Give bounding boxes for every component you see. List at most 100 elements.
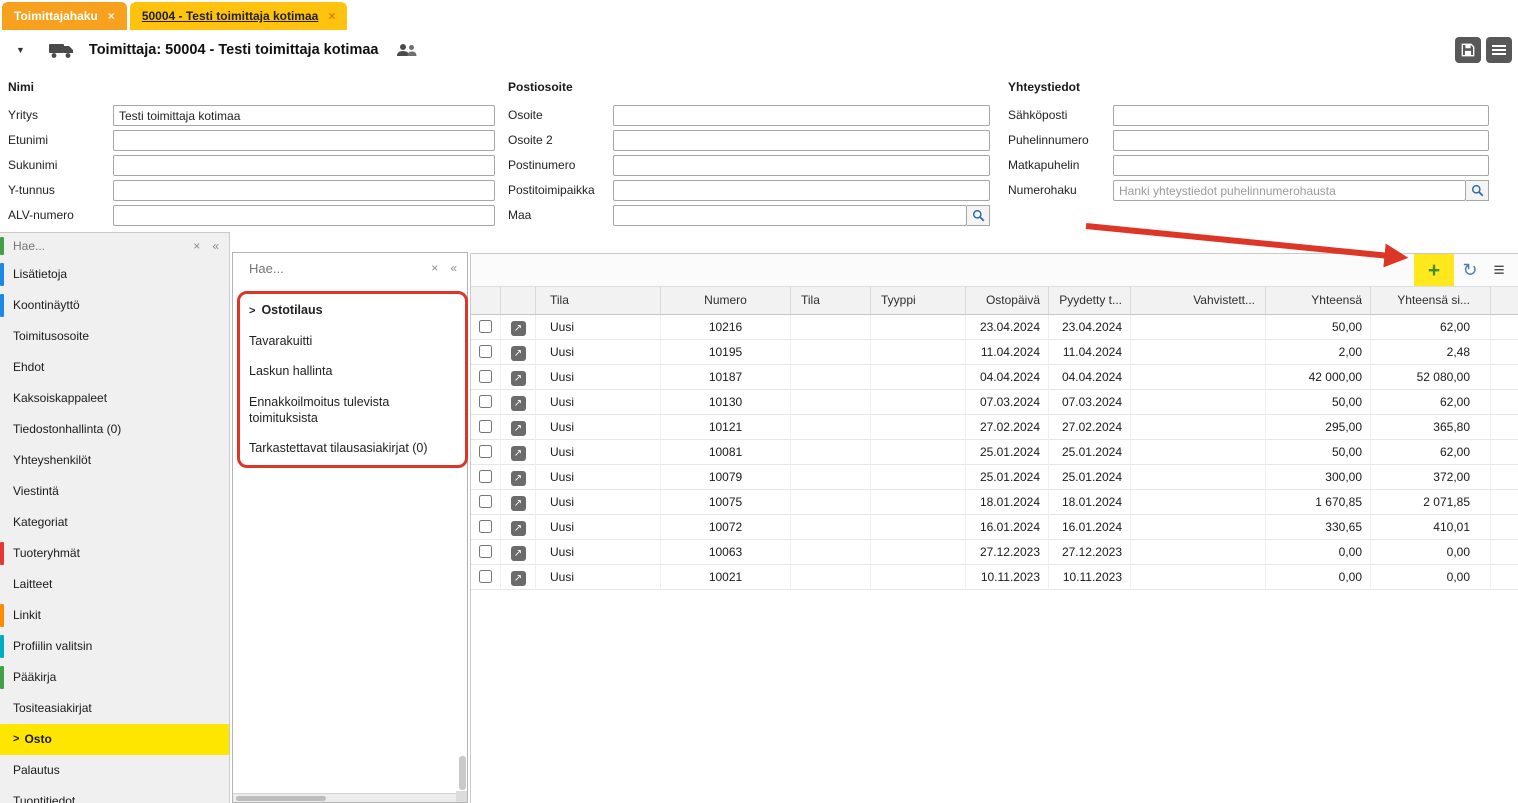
sidebar-item-yhteyshenkilot[interactable]: Yhteyshenkilöt bbox=[0, 445, 229, 476]
open-row-icon[interactable]: ↗ bbox=[510, 321, 526, 336]
submenu-item-tavarakuitti[interactable]: Tavarakuitti bbox=[233, 326, 467, 357]
sidebar-item-ehdot[interactable]: Ehdot bbox=[0, 352, 229, 383]
column-header-vahvistettu[interactable]: Vahvistett... bbox=[1131, 287, 1266, 314]
close-icon[interactable]: × bbox=[328, 9, 335, 23]
sahkoposti-input[interactable] bbox=[1113, 105, 1489, 126]
yritys-input[interactable] bbox=[113, 105, 495, 126]
column-header-pyydetty[interactable]: Pyydetty t... bbox=[1049, 287, 1131, 314]
sidebar-item-linkit[interactable]: Linkit bbox=[0, 600, 229, 631]
sidebar-item-kaksoiskappaleet[interactable]: Kaksoiskappaleet bbox=[0, 383, 229, 414]
submenu-item-ostotilaus[interactable]: > Ostotilaus bbox=[233, 295, 467, 326]
table-row[interactable]: ↗ Uusi 10081 25.01.2024 25.01.2024 50,00… bbox=[471, 440, 1518, 465]
matkapuhelin-input[interactable] bbox=[1113, 155, 1489, 176]
table-row[interactable]: ↗ Uusi 10121 27.02.2024 27.02.2024 295,0… bbox=[471, 415, 1518, 440]
etunimi-input[interactable] bbox=[113, 130, 495, 151]
table-row[interactable]: ↗ Uusi 10130 07.03.2024 07.03.2024 50,00… bbox=[471, 390, 1518, 415]
row-checkbox[interactable] bbox=[479, 545, 492, 558]
sukunimi-input[interactable] bbox=[113, 155, 495, 176]
alvnumero-input[interactable] bbox=[113, 205, 495, 226]
sidebar-search-input[interactable] bbox=[13, 239, 123, 253]
submenu-item-laskun-hallinta[interactable]: Laskun hallinta bbox=[233, 356, 467, 387]
row-checkbox[interactable] bbox=[479, 520, 492, 533]
row-checkbox[interactable] bbox=[479, 370, 492, 383]
table-row[interactable]: ↗ Uusi 10021 10.11.2023 10.11.2023 0,00 … bbox=[471, 565, 1518, 590]
sidebar-item-toimitusosoite[interactable]: Toimitusosoite bbox=[0, 321, 229, 352]
sidebar-item-tiedostonhallinta[interactable]: Tiedostonhallinta (0) bbox=[0, 414, 229, 445]
table-row[interactable]: ↗ Uusi 10216 23.04.2024 23.04.2024 50,00… bbox=[471, 315, 1518, 340]
vertical-scrollbar-thumb[interactable] bbox=[459, 756, 466, 790]
column-header-yhteensa[interactable]: Yhteensä bbox=[1266, 287, 1371, 314]
column-header-yhteensa-sis[interactable]: Yhteensä si... bbox=[1371, 287, 1491, 314]
table-row[interactable]: ↗ Uusi 10195 11.04.2024 11.04.2024 2,00 … bbox=[471, 340, 1518, 365]
sidebar-item-palautus[interactable]: Palautus bbox=[0, 755, 229, 786]
table-row[interactable]: ↗ Uusi 10187 04.04.2024 04.04.2024 42 00… bbox=[471, 365, 1518, 390]
osoite2-input[interactable] bbox=[613, 130, 990, 151]
postitoimipaikka-input[interactable] bbox=[613, 180, 990, 201]
column-header-tyyppi[interactable]: Tyyppi bbox=[871, 287, 966, 314]
tab-toimittajahaku[interactable]: Toimittajahaku × bbox=[2, 2, 127, 30]
row-checkbox[interactable] bbox=[479, 470, 492, 483]
row-checkbox[interactable] bbox=[479, 495, 492, 508]
horizontal-scrollbar[interactable] bbox=[233, 793, 467, 802]
close-icon[interactable]: × bbox=[108, 9, 115, 23]
save-button[interactable] bbox=[1455, 37, 1481, 63]
window-menu-button[interactable] bbox=[1486, 37, 1512, 63]
sidebar-item-profiilin-valitsin[interactable]: Profiilin valitsin bbox=[0, 631, 229, 662]
collapse-panel-icon[interactable]: « bbox=[450, 261, 457, 275]
row-checkbox[interactable] bbox=[479, 320, 492, 333]
column-header-numero[interactable]: Numero bbox=[661, 287, 791, 314]
scrollbar-thumb[interactable] bbox=[236, 795, 326, 801]
maa-search-button[interactable] bbox=[967, 205, 990, 226]
collapse-panel-icon[interactable]: « bbox=[212, 239, 219, 253]
numerohaku-search-button[interactable] bbox=[1466, 180, 1489, 201]
numerohaku-input[interactable] bbox=[1113, 180, 1466, 201]
osoite-input[interactable] bbox=[613, 105, 990, 126]
row-checkbox[interactable] bbox=[479, 445, 492, 458]
sidebar-item-lisatietoja[interactable]: Lisätietoja bbox=[0, 259, 229, 290]
submenu-item-ennakkoilmoitus[interactable]: Ennakkoilmoitus tulevista toimituksista bbox=[233, 387, 467, 433]
column-header-ostopaiva[interactable]: Ostopäivä bbox=[966, 287, 1049, 314]
open-row-icon[interactable]: ↗ bbox=[510, 521, 526, 536]
open-row-icon[interactable]: ↗ bbox=[510, 571, 526, 586]
open-row-icon[interactable]: ↗ bbox=[510, 546, 526, 561]
row-checkbox[interactable] bbox=[479, 345, 492, 358]
row-checkbox[interactable] bbox=[479, 570, 492, 583]
contacts-icon[interactable] bbox=[396, 43, 418, 57]
table-row[interactable]: ↗ Uusi 10072 16.01.2024 16.01.2024 330,6… bbox=[471, 515, 1518, 540]
clear-search-icon[interactable]: × bbox=[431, 261, 438, 275]
open-row-icon[interactable]: ↗ bbox=[510, 446, 526, 461]
sidebar-item-koontinaytto[interactable]: Koontinäyttö bbox=[0, 290, 229, 321]
open-row-icon[interactable]: ↗ bbox=[510, 471, 526, 486]
postinumero-input[interactable] bbox=[613, 155, 990, 176]
open-row-icon[interactable]: ↗ bbox=[510, 346, 526, 361]
open-row-icon[interactable]: ↗ bbox=[510, 421, 526, 436]
open-row-icon[interactable]: ↗ bbox=[510, 496, 526, 511]
row-checkbox[interactable] bbox=[479, 395, 492, 408]
column-header-tila2[interactable]: Tila bbox=[791, 287, 871, 314]
sidebar-item-partial[interactable]: Tuontitiedot bbox=[0, 786, 229, 803]
refresh-button[interactable]: ↻ bbox=[1457, 257, 1483, 283]
row-checkbox[interactable] bbox=[479, 420, 492, 433]
add-order-button[interactable]: + bbox=[1421, 257, 1447, 283]
sidebar-item-paakirja[interactable]: Pääkirja bbox=[0, 662, 229, 693]
submenu-search-input[interactable] bbox=[249, 260, 349, 276]
chevron-down-icon[interactable]: ▼ bbox=[16, 45, 25, 55]
ytunnus-input[interactable] bbox=[113, 180, 495, 201]
tab-toimittaja-50004[interactable]: 50004 - Testi toimittaja kotimaa × bbox=[129, 2, 348, 30]
sidebar-item-tositeasiakirjat[interactable]: Tositeasiakirjat bbox=[0, 693, 229, 724]
open-row-icon[interactable]: ↗ bbox=[510, 396, 526, 411]
puhelinnumero-input[interactable] bbox=[1113, 130, 1489, 151]
table-row[interactable]: ↗ Uusi 10075 18.01.2024 18.01.2024 1 670… bbox=[471, 490, 1518, 515]
sidebar-item-tuoteryhmat[interactable]: Tuoteryhmät bbox=[0, 538, 229, 569]
table-row[interactable]: ↗ Uusi 10063 27.12.2023 27.12.2023 0,00 … bbox=[471, 540, 1518, 565]
table-row[interactable]: ↗ Uusi 10079 25.01.2024 25.01.2024 300,0… bbox=[471, 465, 1518, 490]
column-header-tila[interactable]: Tila bbox=[536, 287, 661, 314]
sidebar-item-osto[interactable]: > Osto bbox=[0, 724, 229, 755]
open-row-icon[interactable]: ↗ bbox=[510, 371, 526, 386]
submenu-item-tarkastettavat[interactable]: Tarkastettavat tilausasiakirjat (0) bbox=[233, 433, 467, 464]
sidebar-item-kategoriat[interactable]: Kategoriat bbox=[0, 507, 229, 538]
clear-search-icon[interactable]: × bbox=[193, 239, 200, 253]
sidebar-item-laitteet[interactable]: Laitteet bbox=[0, 569, 229, 600]
maa-input[interactable] bbox=[613, 205, 967, 226]
grid-menu-button[interactable]: ≡ bbox=[1486, 257, 1512, 283]
